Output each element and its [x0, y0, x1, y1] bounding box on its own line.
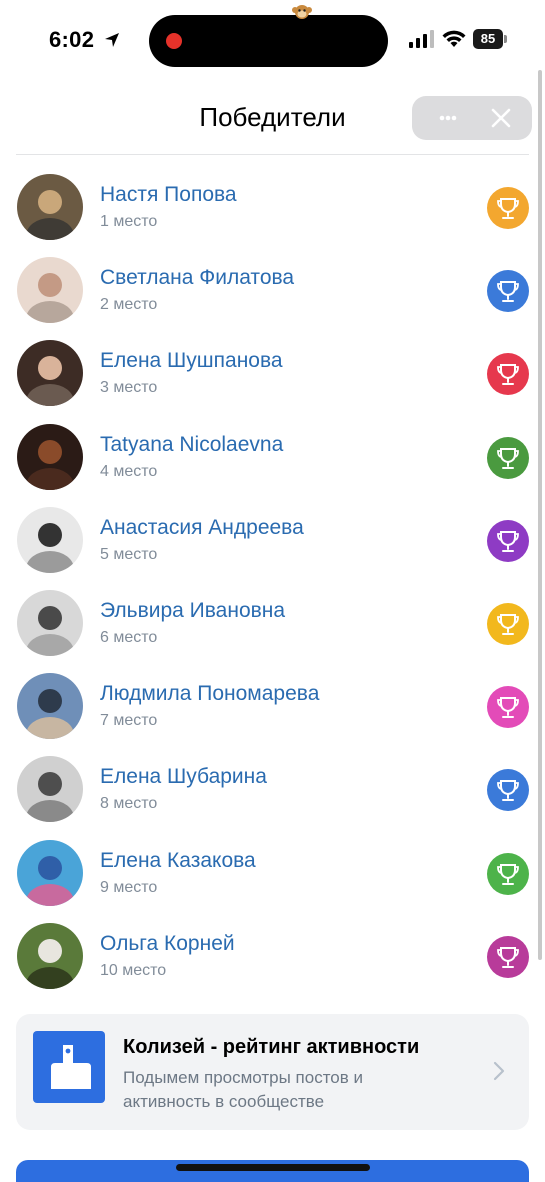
winner-name[interactable]: Настя Попова: [100, 183, 237, 207]
list-item[interactable]: Елена Шушпанова 3 место: [0, 332, 545, 415]
trophy-badge: [487, 519, 529, 562]
trophy-icon: [487, 436, 529, 479]
winner-name[interactable]: Елена Казакова: [100, 849, 256, 873]
trophy-icon: [487, 852, 529, 895]
recording-indicator: [166, 33, 182, 49]
wifi-icon: [442, 30, 466, 47]
battery-tip: [504, 35, 507, 43]
close-icon[interactable]: [490, 107, 512, 129]
list-item[interactable]: Tatyana Nicolaevna 4 место: [0, 416, 545, 499]
winner-place: 3 место: [100, 379, 158, 397]
avatar[interactable]: [17, 423, 83, 490]
avatar[interactable]: [17, 340, 83, 407]
trophy-icon: [487, 935, 529, 978]
trophy-icon: [487, 187, 529, 229]
avatar-image: [17, 257, 83, 324]
list-item[interactable]: Настя Попова 1 место: [0, 166, 545, 249]
header: Победители: [0, 82, 545, 155]
more-icon[interactable]: [428, 106, 468, 130]
winner-name[interactable]: Светлана Филатова: [100, 266, 294, 290]
list-item[interactable]: Людмила Пономарева 7 место: [0, 665, 545, 748]
avatar[interactable]: [17, 673, 83, 740]
winner-place: 10 место: [100, 961, 167, 979]
trophy-badge: [487, 852, 529, 895]
avatar[interactable]: [17, 174, 83, 240]
avatar-image: [17, 673, 83, 740]
battery-level: 85: [473, 29, 503, 49]
promo-card[interactable]: Колизей - рейтинг активности Подымем про…: [16, 1014, 529, 1130]
colosseum-logo: [33, 1031, 105, 1103]
winner-name[interactable]: Ольга Корней: [100, 932, 235, 956]
list-item[interactable]: Елена Шубарина 8 место: [0, 748, 545, 831]
chevron-right-icon: [493, 1061, 505, 1081]
winner-place: 5 место: [100, 545, 158, 563]
winner-place: 1 место: [100, 213, 158, 230]
trophy-badge: [487, 436, 529, 479]
page-title-text: Победители: [199, 102, 346, 132]
winner-name[interactable]: Елена Шушпанова: [100, 349, 283, 373]
header-divider: [16, 154, 529, 155]
trophy-icon: [487, 353, 529, 396]
status-bar: 6:02 85: [0, 0, 545, 82]
trophy-icon: [487, 603, 529, 645]
winner-place: 8 место: [100, 795, 158, 813]
trophy-badge: [487, 603, 529, 645]
trophy-icon: [487, 769, 529, 812]
winner-place: 9 место: [100, 878, 158, 896]
trophy-badge: [487, 353, 529, 396]
list-item[interactable]: Эльвира Ивановна 6 место: [0, 582, 545, 665]
avatar-image: [17, 423, 83, 490]
winner-place: 2 место: [100, 296, 158, 314]
list-item[interactable]: Анастасия Андреева 5 место: [0, 499, 545, 582]
winner-place: 4 место: [100, 462, 158, 480]
signal-icon: [409, 30, 434, 48]
winner-name[interactable]: Анастасия Андреева: [100, 516, 304, 540]
trophy-icon: [487, 519, 529, 562]
trophy-icon: [487, 686, 529, 729]
promo-description: Подымем просмотры постов и активность в …: [123, 1068, 364, 1111]
winner-name[interactable]: Tatyana Nicolaevna: [100, 433, 283, 457]
winner-name[interactable]: Людмила Пономарева: [100, 682, 319, 706]
trophy-badge: [487, 270, 529, 313]
avatar-image: [17, 590, 83, 656]
trophy-badge: [487, 187, 529, 229]
avatar-image: [17, 340, 83, 407]
list-item[interactable]: Ольга Корней 10 место: [0, 915, 545, 998]
avatar[interactable]: [17, 506, 83, 573]
avatar[interactable]: [17, 257, 83, 324]
winner-place: 6 место: [100, 629, 158, 646]
avatar[interactable]: [17, 590, 83, 656]
avatar[interactable]: [17, 756, 83, 823]
avatar-image: [17, 922, 83, 989]
winner-name[interactable]: Елена Шубарина: [100, 765, 267, 789]
avatar-image: [17, 756, 83, 823]
avatar-image: [17, 839, 83, 906]
location-arrow-icon: [105, 33, 119, 47]
avatar[interactable]: [17, 839, 83, 906]
thumbs-up-icon: [51, 1045, 91, 1089]
dynamic-island: [149, 15, 388, 67]
winner-name[interactable]: Эльвира Ивановна: [100, 599, 285, 623]
mini-app-controls: [412, 96, 532, 140]
monkey-icon: [292, 5, 312, 19]
home-indicator: [176, 1164, 370, 1171]
trophy-badge: [487, 935, 529, 978]
avatar-image: [17, 174, 83, 240]
avatar[interactable]: [17, 922, 83, 989]
trophy-badge: [487, 686, 529, 729]
battery-indicator: 85: [473, 29, 507, 49]
avatar-image: [17, 506, 83, 573]
promo-title: Колизей - рейтинг активности: [123, 1036, 420, 1058]
winner-place: 7 место: [100, 712, 158, 730]
status-time: 6:02: [49, 27, 95, 52]
trophy-badge: [487, 769, 529, 812]
trophy-icon: [487, 270, 529, 313]
list-item[interactable]: Елена Казакова 9 место: [0, 832, 545, 915]
list-item[interactable]: Светлана Филатова 2 место: [0, 249, 545, 332]
